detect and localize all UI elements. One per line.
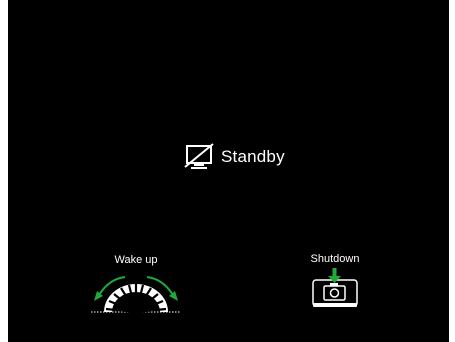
- wake-up-label: Wake up: [114, 254, 158, 266]
- standby-label: Standby: [221, 147, 285, 166]
- standby-screen: Standby Wake up Shutdown: [8, 0, 449, 342]
- display-off-icon: [184, 143, 214, 169]
- rotate-knob-icon: [91, 276, 181, 313]
- press-button-icon: [312, 268, 358, 307]
- standby-indicator: Standby: [184, 142, 285, 172]
- shutdown-label: Shutdown: [310, 253, 360, 265]
- shutdown-hint: Shutdown: [295, 252, 375, 311]
- wake-up-hint: Wake up: [85, 253, 187, 313]
